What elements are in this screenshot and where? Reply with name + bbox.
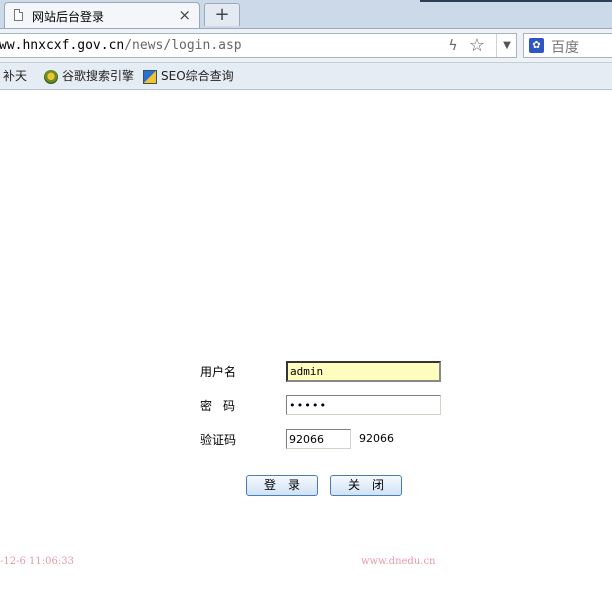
username-label: 用户名 [200, 365, 237, 379]
captcha-field[interactable] [286, 429, 351, 449]
address-path: /news/login.asp [124, 38, 242, 53]
captcha-code: 92066 [359, 432, 394, 445]
chevron-down-icon[interactable]: ▼ [496, 34, 517, 57]
footer-site: www.dnedu.cn [361, 556, 436, 567]
baidu-paw-icon: ✿ [529, 38, 544, 53]
seo-icon [143, 69, 157, 84]
password-field[interactable] [286, 395, 441, 415]
username-field[interactable] [286, 361, 441, 382]
address-host: ww.hnxcxf.gov.cn [0, 38, 125, 53]
bookmark-google-search[interactable]: 谷歌搜索引擎 [44, 67, 134, 85]
tab-title: 网站后台登录 [32, 10, 105, 24]
footer-timestamp: -12-6 11:06:33 [0, 556, 74, 567]
browser-tab[interactable]: 网站后台登录 × [4, 2, 200, 28]
bookmark-label: SEO综合查询 [161, 69, 234, 83]
lightning-icon[interactable]: ϟ [446, 38, 460, 54]
bookmark-seo-query[interactable]: SEO综合查询 [143, 67, 234, 85]
bookmarks-bar: 补天 谷歌搜索引擎 SEO综合查询 [0, 63, 612, 90]
login-button[interactable]: 登录 [246, 475, 318, 496]
new-tab-button[interactable]: + [204, 3, 240, 26]
address-bar[interactable]: ww.hnxcxf.gov.cn/news/login.asp ϟ ☆ ▼ [0, 33, 517, 58]
window-edge [420, 0, 612, 2]
bookmark-label: 补天 [3, 69, 28, 83]
search-placeholder: 百度 [551, 40, 579, 56]
password-label: 密码 [200, 399, 247, 413]
page-icon [14, 9, 23, 21]
bookmark-label: 谷歌搜索引擎 [62, 69, 135, 83]
star-icon[interactable]: ☆ [467, 36, 487, 56]
toolbar: ww.hnxcxf.gov.cn/news/login.asp ϟ ☆ ▼ ✿ … [0, 29, 612, 63]
close-button[interactable]: 关闭 [330, 475, 402, 496]
bookmark-butian[interactable]: 补天 [3, 67, 27, 85]
tab-strip: 网站后台登录 × + [0, 0, 612, 29]
search-input[interactable]: ✿ 百度 [523, 33, 612, 58]
address-text: ww.hnxcxf.gov.cn/news/login.asp [0, 38, 242, 53]
captcha-label: 验证码 [200, 433, 237, 447]
close-tab-icon[interactable]: × [178, 6, 191, 24]
google-icon [44, 69, 58, 84]
